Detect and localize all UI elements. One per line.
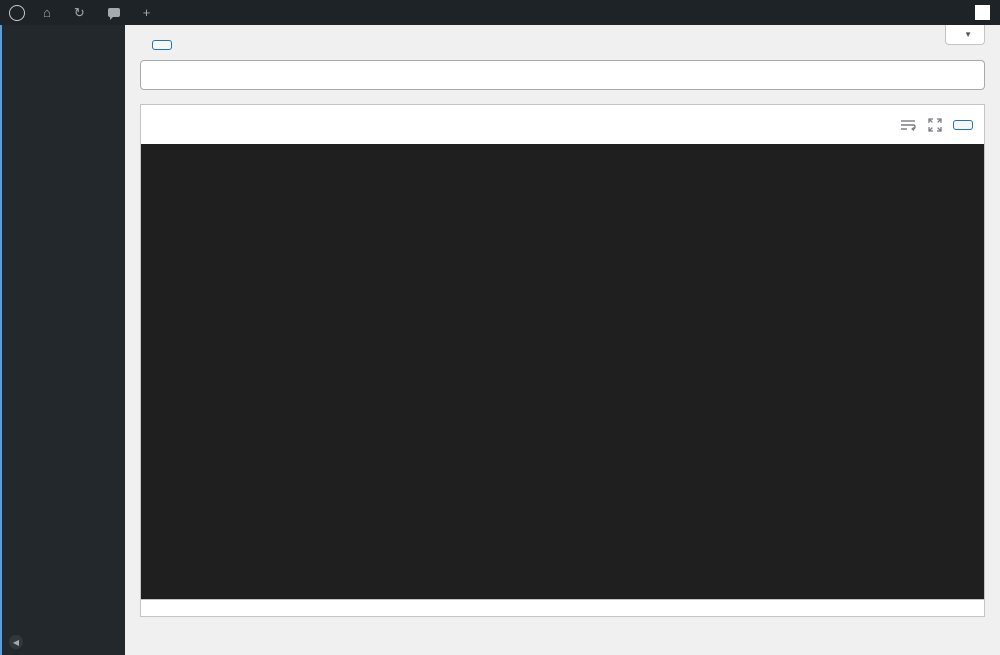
- new-content-menu[interactable]: +: [134, 0, 165, 25]
- collapse-arrow-icon: ◀: [9, 635, 23, 649]
- fullscreen-icon[interactable]: [928, 117, 942, 132]
- main-content: ▼: [125, 25, 1000, 655]
- plus-icon: +: [142, 5, 151, 20]
- admin-bar: ⌂ ↻ +: [0, 0, 1000, 25]
- screen-options-button[interactable]: ▼: [945, 25, 985, 45]
- metabox-submenu: [0, 25, 125, 35]
- wp-logo-menu[interactable]: [0, 0, 34, 25]
- view-editor-panel: [140, 104, 985, 617]
- collapse-menu-button[interactable]: ◀: [0, 629, 125, 655]
- chevron-down-icon: ▼: [964, 30, 972, 39]
- admin-sidebar: ◀: [0, 25, 125, 655]
- window-edge: [0, 25, 2, 655]
- editor-header: [141, 105, 984, 144]
- view-title-input[interactable]: [140, 60, 985, 90]
- home-icon: ⌂: [43, 5, 51, 20]
- editor-help-note: [141, 599, 984, 616]
- comments-menu[interactable]: [99, 0, 134, 25]
- word-wrap-icon[interactable]: [899, 118, 917, 132]
- wordpress-logo-icon: [9, 4, 25, 21]
- code-editor[interactable]: [141, 144, 984, 599]
- updates-menu[interactable]: ↻: [65, 0, 99, 25]
- comment-bubble-icon: [107, 8, 120, 20]
- avatar[interactable]: [975, 5, 990, 20]
- add-new-view-button[interactable]: [152, 40, 172, 50]
- insert-field-button[interactable]: [953, 119, 973, 130]
- updates-icon: ↻: [73, 5, 85, 20]
- site-name-menu[interactable]: ⌂: [34, 0, 65, 25]
- wp-engine-quick-links-menu[interactable]: [164, 0, 182, 25]
